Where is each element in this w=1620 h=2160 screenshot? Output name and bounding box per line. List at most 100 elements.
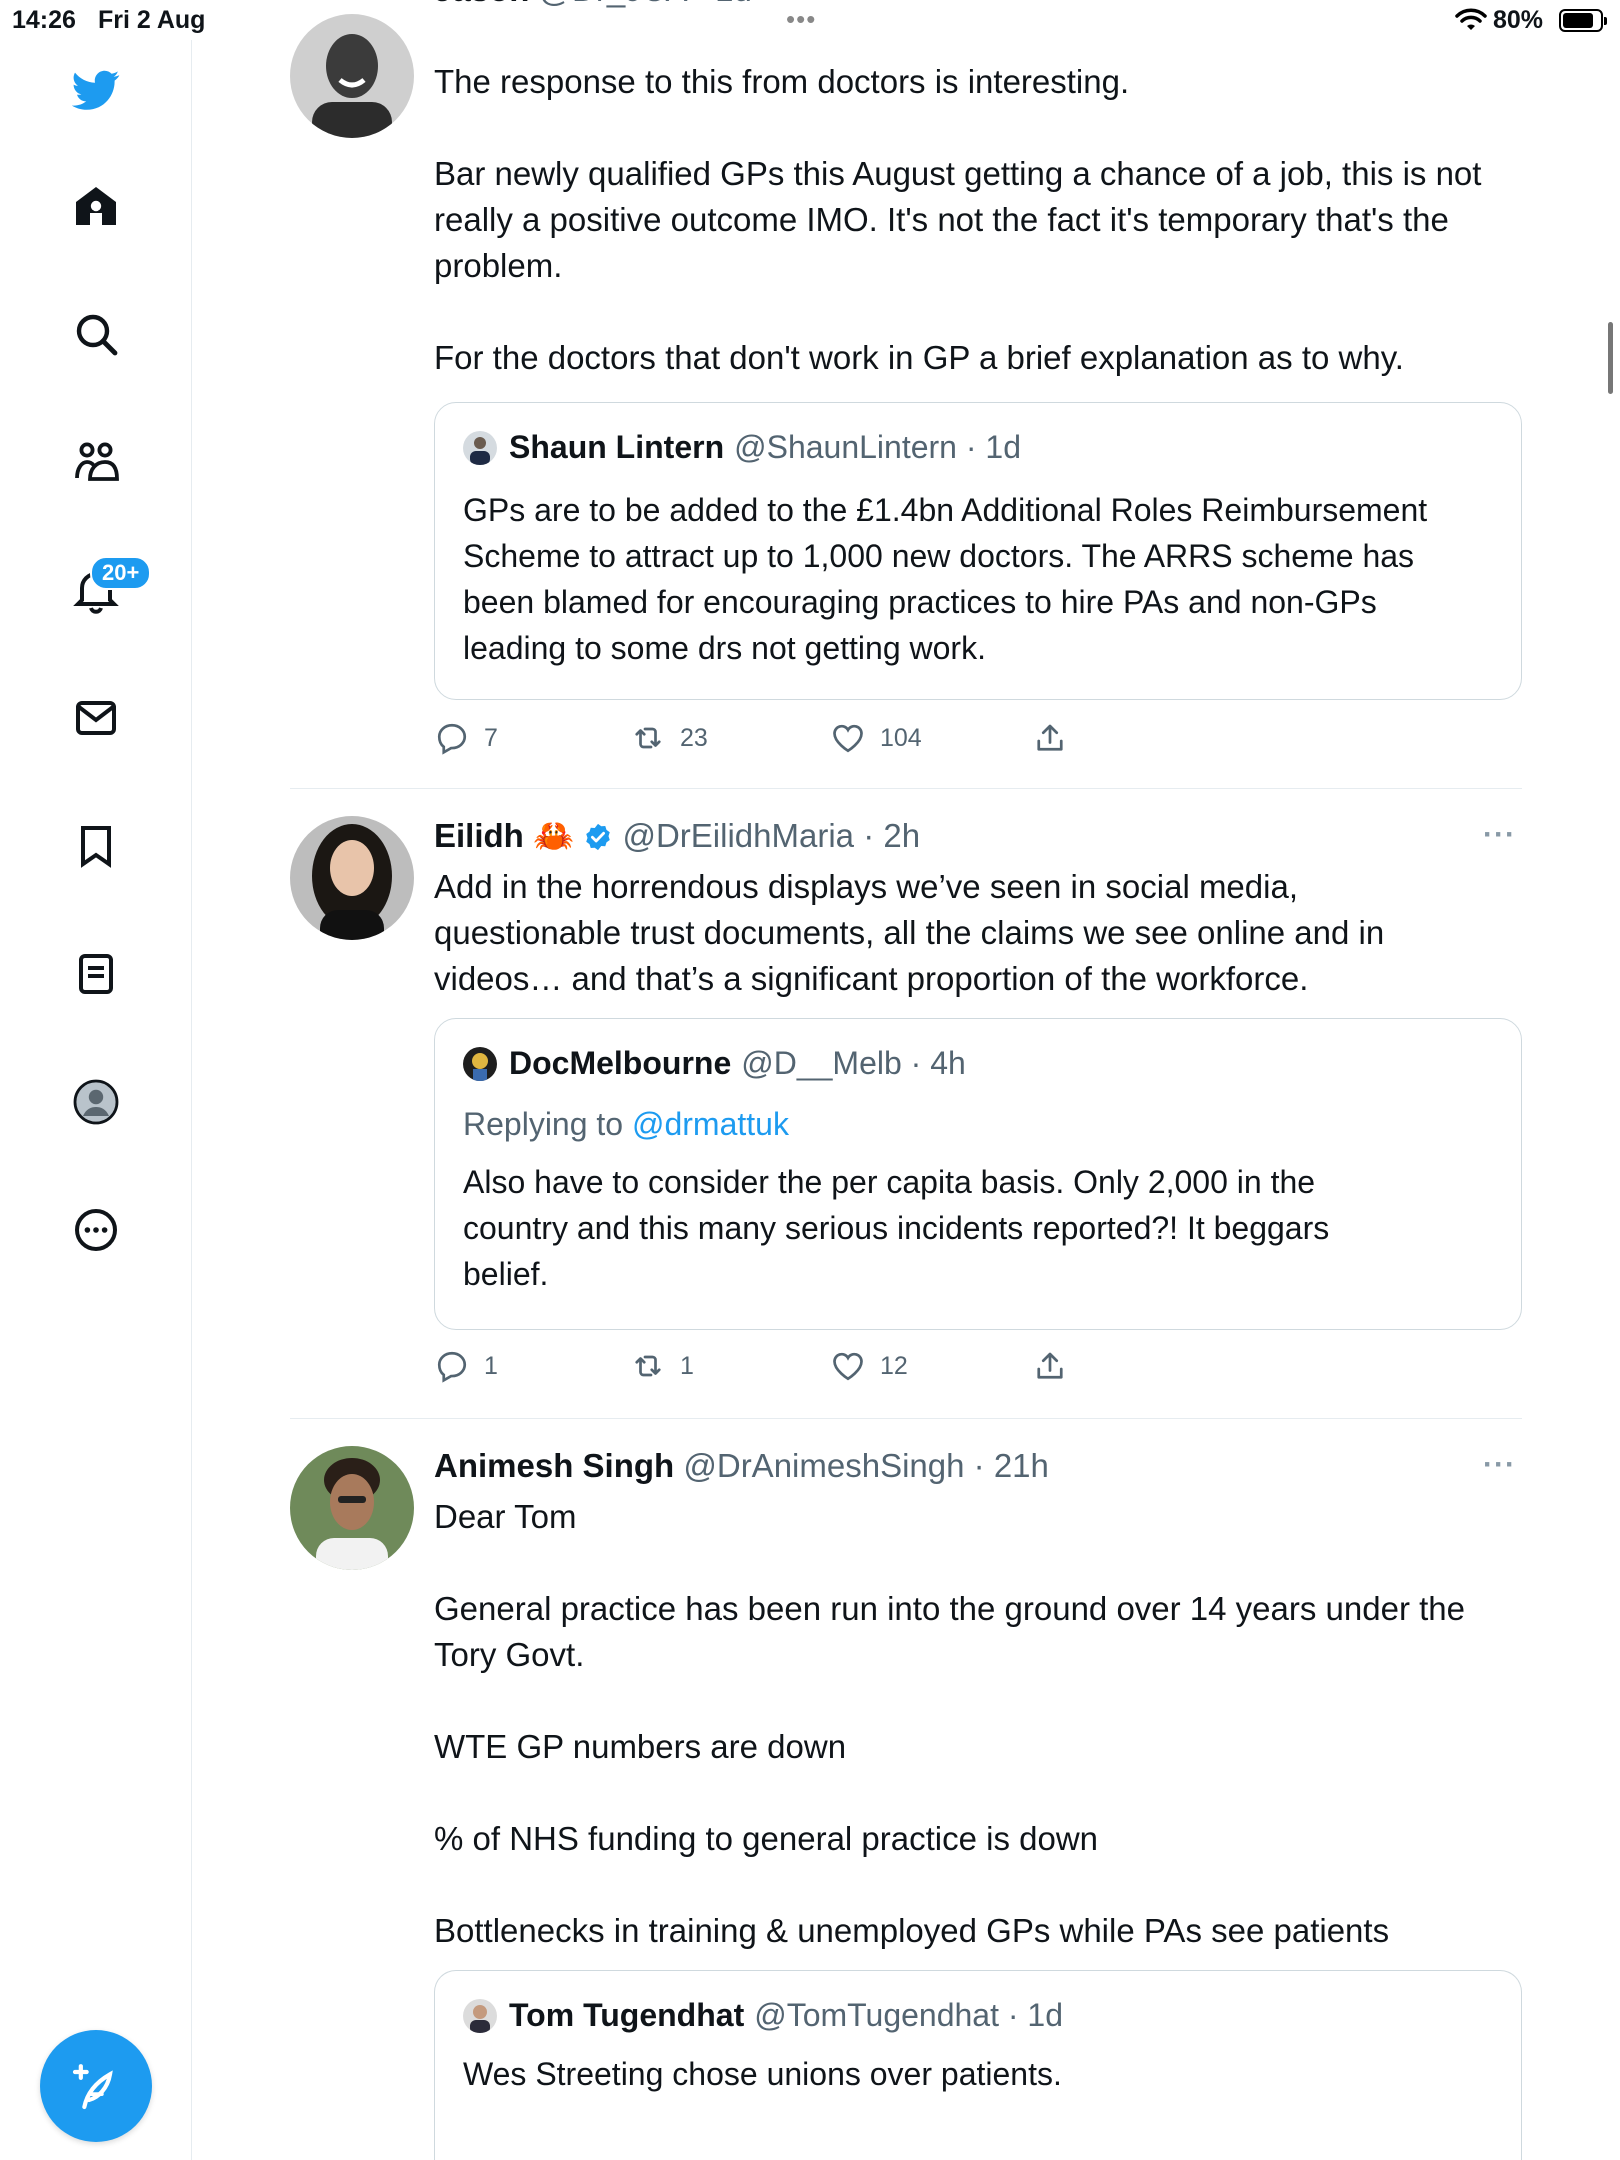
avatar[interactable] [290,14,414,138]
quoted-tweet-time: 1d [985,429,1021,465]
profile-avatar-icon[interactable] [70,1076,122,1128]
share-button[interactable] [1032,1348,1082,1384]
avatar[interactable] [290,1446,414,1570]
author-name[interactable]: Jason [434,0,529,8]
status-time: 14:26 [12,6,76,34]
quoted-tweet-header: Shaun Lintern @ShaunLintern · 1d [463,429,1021,466]
reply-icon [437,723,467,755]
messages-icon[interactable] [70,692,122,744]
quoted-text-line: leading to some drs not getting work. [463,630,986,666]
tweet-text-line: videos… and that’s a significant proport… [434,960,1309,997]
tweet-text-line: Dear Tom [434,1498,577,1535]
search-icon[interactable] [70,308,122,360]
reply-button[interactable]: 1 [434,1348,498,1384]
tweet-time[interactable]: 2h [883,817,920,854]
tweet-header: Animesh Singh @DrAnimeshSingh · 21h [434,1447,1049,1484]
quoted-tweet-text: GPs are to be added to the £1.4bn Additi… [463,487,1503,671]
tweet-more-button[interactable]: ··· [1483,1448,1516,1482]
verified-badge-icon [586,823,611,851]
tweet-actions: 1 1 12 [434,1348,1434,1388]
home-icon[interactable] [70,180,122,232]
author-handle[interactable]: @Dr_JCA [539,0,686,8]
tweet-text-line: For the doctors that don't work in GP a … [434,339,1404,376]
tweet-time[interactable]: 1d [715,0,752,8]
scroll-indicator[interactable] [1608,322,1613,394]
author-handle[interactable]: @DrAnimeshSingh [683,1447,964,1484]
quoted-author-name: Shaun Lintern [509,429,725,465]
reply-icon [437,1351,467,1383]
quoted-tweet-text: Wes Streeting chose unions over patients… [463,2051,1503,2097]
tweet-text-line: questionable trust documents, all the cl… [434,914,1385,951]
quoted-author-handle: @D__Melb [741,1045,902,1081]
quoted-text-line: been blamed for encouraging practices to… [463,584,1377,620]
replying-to-line: Replying to @drmattuk [463,1101,1503,1147]
quoted-text-line: Wes Streeting chose unions over patients… [463,2056,1062,2092]
communities-icon[interactable] [70,436,122,488]
reply-count: 7 [484,723,498,752]
tweet-text-line: WTE GP numbers are down [434,1728,847,1765]
tweet-time[interactable]: 21h [994,1447,1049,1484]
tweet-text-line: Bottlenecks in training & unemployed GPs… [434,1912,1390,1949]
tweet-text-line: The response to this from doctors is int… [434,63,1130,100]
retweet-icon [635,1355,661,1377]
tweet-text-line: really a positive outcome IMO. It's not … [434,201,1449,238]
quoted-text-line: GPs are to be added to the £1.4bn Additi… [463,492,1428,528]
quoted-avatar [463,430,497,465]
avatar[interactable] [290,816,414,940]
status-date: Fri 2 Aug [98,6,206,34]
quoted-author-handle: @ShaunLintern [734,429,957,465]
quoted-text-line: Also have to consider the per capita bas… [463,1164,1316,1200]
quoted-tweet-header: Tom Tugendhat @TomTugendhat · 1d [463,1997,1063,2034]
tweet-text: The response to this from doctors is int… [434,59,1520,381]
twitter-logo-icon[interactable] [70,64,122,116]
crab-emoji: 🦀 [533,817,575,854]
replying-to-mention[interactable]: @drmattuk [632,1106,789,1142]
more-options-icon[interactable] [70,1204,122,1256]
quoted-text-line: country and this many serious incidents … [463,1210,1330,1246]
quoted-author-name: DocMelbourne [509,1045,732,1081]
tweet-divider [290,788,1522,789]
lists-icon[interactable] [70,948,122,1000]
quoted-tweet-time: 4h [930,1045,966,1081]
retweet-icon [635,727,661,749]
notifications-badge[interactable]: 20+ [90,556,152,590]
quoted-tweet[interactable]: Tom Tugendhat @TomTugendhat · 1d Wes Str… [434,1970,1522,2160]
tweet-text-line: General practice has been run into the g… [434,1590,1465,1627]
like-count: 12 [880,1351,908,1380]
retweet-button[interactable]: 23 [630,720,708,756]
like-button[interactable]: 12 [830,1348,908,1384]
quoted-text-line: belief. [463,1256,549,1292]
sidebar-nav: 20+ [0,40,192,2160]
reply-count: 1 [484,1351,498,1380]
like-button[interactable]: 104 [830,720,922,756]
share-icon [1037,724,1063,751]
quoted-tweet-header: DocMelbourne @D__Melb · 4h [463,1045,966,1082]
quoted-tweet-time: 1d [1027,1997,1064,2033]
quoted-tweet-text: Replying to @drmattuk Also have to consi… [463,1101,1503,1297]
tweet-text: Dear Tom General practice has been run i… [434,1494,1520,1954]
author-handle[interactable]: @DrEilidhMaria [622,817,854,854]
quoted-tweet[interactable]: DocMelbourne @D__Melb · 4h Replying to @… [434,1018,1522,1330]
quoted-tweet[interactable]: Shaun Lintern @ShaunLintern · 1d GPs are… [434,402,1522,700]
quoted-text-line: Scheme to attract up to 1,000 new doctor… [463,538,1415,574]
battery-icon [1559,9,1607,32]
tweet-text-line: Bar newly qualified GPs this August gett… [434,155,1482,192]
quoted-avatar [463,1046,497,1081]
tweet-more-button[interactable]: ··· [1483,818,1516,852]
author-name[interactable]: Animesh Singh [434,1447,674,1484]
tweet-header: Jason @Dr_JCA · 1d [434,0,1520,10]
author-name[interactable]: Eilidh [434,817,524,854]
compose-feather-icon [72,2064,113,2110]
tweet-text: Add in the horrendous displays we’ve see… [434,864,1520,1002]
bookmarks-icon[interactable] [70,820,122,872]
tweet-divider [290,1418,1522,1419]
retweet-button[interactable]: 1 [630,1348,694,1384]
heart-icon [833,724,863,753]
like-count: 104 [880,723,922,752]
share-button[interactable] [1032,720,1082,756]
compose-tweet-button[interactable] [40,2030,152,2142]
heart-icon [833,1352,863,1381]
replying-to-prefix: Replying to [463,1106,624,1142]
reply-button[interactable]: 7 [434,720,498,756]
tweet-text-line: % of NHS funding to general practice is … [434,1820,1099,1857]
